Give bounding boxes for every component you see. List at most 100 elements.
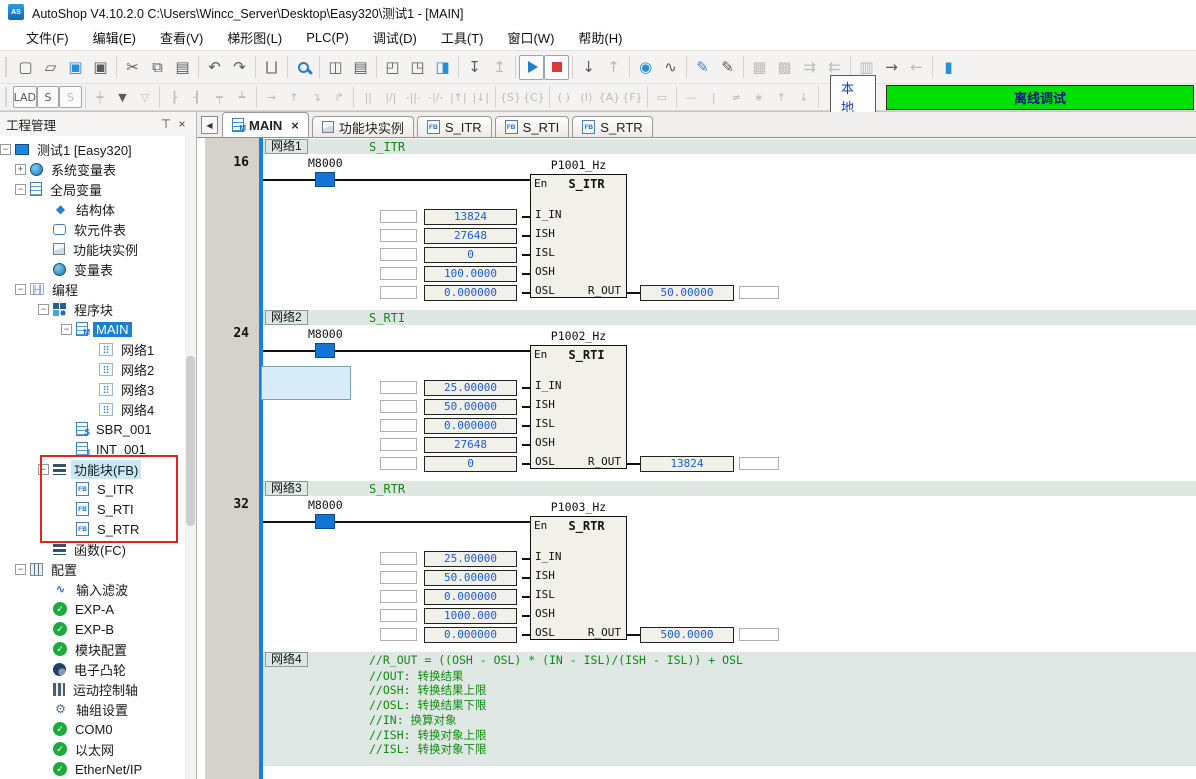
operand-placeholder-box[interactable] (380, 267, 417, 280)
branch-top-button[interactable]: ┯ (208, 86, 231, 108)
coil-reset-button[interactable]: {C} (522, 86, 546, 108)
contact-falling-button[interactable]: |↓| (470, 86, 493, 108)
operand-placeholder-box[interactable] (380, 438, 417, 451)
tree-item[interactable]: −测试1 [Easy320] (0, 139, 196, 159)
input-value-box[interactable]: 27648 (424, 437, 517, 453)
input-value-box[interactable]: 0.000000 (424, 627, 517, 643)
coil-invert-button[interactable]: (I) (575, 86, 598, 108)
output-placeholder-box[interactable] (739, 286, 779, 299)
tree-item[interactable]: 电子凸轮 (0, 659, 196, 679)
lad-mode-button[interactable]: LAD (13, 86, 37, 108)
operand-placeholder-box[interactable] (380, 419, 417, 432)
operand-placeholder-box[interactable] (380, 590, 417, 603)
upload-button[interactable]: ↑ (601, 55, 626, 80)
tree-expander-icon[interactable]: + (15, 164, 26, 175)
contact-m8000[interactable] (315, 172, 335, 187)
tree-item[interactable]: −功能块(FB) (0, 459, 196, 479)
open-folder-button[interactable]: ▱ (38, 55, 63, 80)
tree-item[interactable]: −╟╢编程 (0, 279, 196, 299)
function-block[interactable]: EnS_ITRI_INISHISLOSHOSLR_OUT (530, 174, 627, 298)
sfc-step2-button[interactable]: S (59, 86, 82, 108)
offline-debug-button[interactable]: 离线调试 (886, 85, 1194, 110)
tree-item[interactable]: ✓模块配置 (0, 639, 196, 659)
operand-placeholder-box[interactable] (380, 628, 417, 641)
window-export-button[interactable]: ◳ (405, 55, 430, 80)
tab-srtr[interactable]: FBS_RTR (572, 116, 652, 137)
func-instruction-button[interactable]: {F} (621, 86, 644, 108)
operand-placeholder-box[interactable] (380, 571, 417, 584)
branch-close-button[interactable]: ┨ (186, 86, 209, 108)
v-line-button[interactable]: | (703, 86, 726, 108)
app-instruction-button[interactable]: {A} (598, 86, 622, 108)
download-button[interactable]: ↓ (576, 55, 601, 80)
branch-open-button[interactable]: ┠ (163, 86, 186, 108)
operand-placeholder-box[interactable] (380, 248, 417, 261)
delete-button[interactable]: ⨆ (259, 55, 284, 80)
jump-out-button[interactable]: ← (904, 55, 929, 80)
function-block[interactable]: EnS_RTRI_INISHISLOSHOSLR_OUT (530, 516, 627, 640)
tree-item[interactable]: ✓EtherNet/IP (0, 759, 196, 779)
coil-set-button[interactable]: {S} (499, 86, 522, 108)
input-value-box[interactable]: 1000.000 (424, 608, 517, 624)
tree-item[interactable]: FBS_RTI (0, 499, 196, 519)
branch-bottom-button[interactable]: ┷ (231, 86, 254, 108)
input-value-box[interactable]: 0.000000 (424, 285, 517, 301)
print-button[interactable]: ▤ (348, 55, 373, 80)
sfc-step-button[interactable]: S (37, 86, 60, 108)
tab-close-icon[interactable]: × (291, 118, 299, 133)
pin-icon[interactable]: ⊤ (158, 117, 174, 131)
sidebar-scrollbar-thumb[interactable] (186, 356, 195, 526)
line-down-button[interactable]: ↓ (793, 86, 816, 108)
tree-item[interactable]: +系统变量表 (0, 159, 196, 179)
output-placeholder-box[interactable] (739, 457, 779, 470)
debug-write-button[interactable]: ✎ (690, 55, 715, 80)
menu-w[interactable]: 窗口(W) (495, 25, 566, 50)
trace-button[interactable]: ∿ (658, 55, 683, 80)
tab-srti[interactable]: FBS_RTI (495, 116, 570, 137)
tree-item[interactable]: ⣶网络3 (0, 379, 196, 399)
input-value-box[interactable]: 50.00000 (424, 399, 517, 415)
window-copy-button[interactable]: ◰ (380, 55, 405, 80)
tree-item[interactable]: 软元件表 (0, 219, 196, 239)
operand-placeholder-box[interactable] (380, 229, 417, 242)
contact-no-button[interactable]: || (357, 86, 380, 108)
input-value-box[interactable]: 0 (424, 247, 517, 263)
operand-placeholder-box[interactable] (380, 457, 417, 470)
tab-scroll-left-button[interactable]: ◀ (201, 116, 218, 134)
operand-placeholder-box[interactable] (380, 210, 417, 223)
tree-item[interactable]: ⣶网络2 (0, 359, 196, 379)
redo-button[interactable]: ↷ (227, 55, 252, 80)
coil-out-button[interactable]: ( ) (553, 86, 576, 108)
jump-in-button[interactable]: → (879, 55, 904, 80)
tree-item[interactable]: ∿输入滤波 (0, 579, 196, 599)
contact-rising-button[interactable]: |↑| (447, 86, 470, 108)
tree-expander-icon[interactable]: − (61, 324, 72, 335)
tree-item[interactable]: ⣶网络4 (0, 399, 196, 419)
input-value-box[interactable]: 25.00000 (424, 380, 517, 396)
menu-h[interactable]: 帮助(H) (566, 25, 634, 50)
network-title[interactable]: 网络4 (265, 652, 308, 667)
menu-d[interactable]: 调试(D) (361, 25, 429, 50)
output-value-box[interactable]: 13824 (640, 456, 734, 472)
tree-item[interactable]: ✓EXP-A (0, 599, 196, 619)
output-placeholder-box[interactable] (739, 628, 779, 641)
input-value-box[interactable]: 0.000000 (424, 589, 517, 605)
tree-item[interactable]: ◆结构体 (0, 199, 196, 219)
tree-item[interactable]: ✓EXP-B (0, 619, 196, 639)
undo-button[interactable]: ↶ (202, 55, 227, 80)
tree-expander-icon[interactable]: − (15, 284, 26, 295)
menu-f[interactable]: 文件(F) (14, 25, 81, 50)
contact-nc-button[interactable]: |/| (380, 86, 403, 108)
operand-placeholder-box[interactable] (380, 400, 417, 413)
input-value-box[interactable]: 0 (424, 456, 517, 472)
tree-item[interactable]: ✓COM0 (0, 719, 196, 739)
close-panel-icon[interactable]: × (174, 117, 190, 131)
compress-button[interactable]: ⇉ (797, 55, 822, 80)
tree-item[interactable]: ✓以太网 (0, 739, 196, 759)
menu-plcp[interactable]: PLC(P) (294, 27, 361, 48)
tree-expander-icon[interactable]: − (38, 464, 49, 475)
line-up-button[interactable]: ↑ (770, 86, 793, 108)
tree-item[interactable]: 运动控制轴 (0, 679, 196, 699)
wire-corner-up-button[interactable]: ↱ (328, 86, 351, 108)
tab-sitr[interactable]: FBS_ITR (417, 116, 492, 137)
